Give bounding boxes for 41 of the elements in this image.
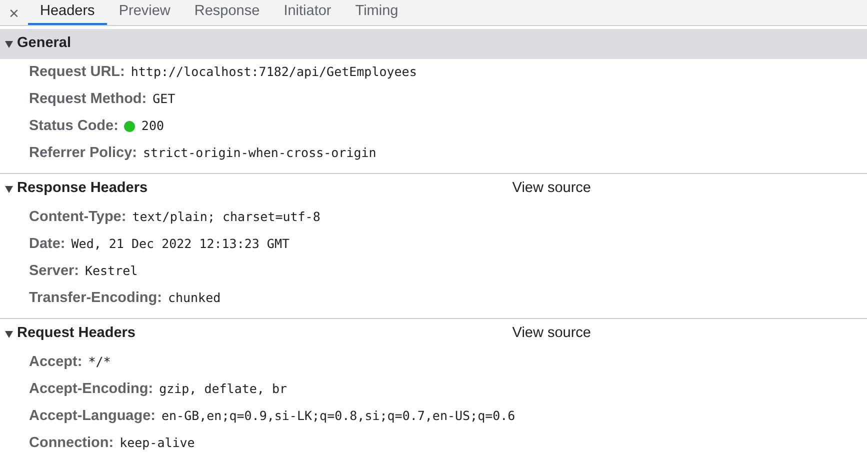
view-source-link[interactable]: View source [512, 323, 591, 345]
triangle-icon [5, 40, 13, 48]
section-title: Response Headers [17, 179, 149, 198]
header-name: Request Method: [29, 90, 147, 109]
tab[interactable]: Headers [28, 0, 107, 25]
header-name: Server: [29, 262, 79, 281]
close-button[interactable]: × [0, 1, 28, 25]
header-name: Connection: [29, 434, 114, 453]
header-name: Date: [29, 234, 66, 254]
header-value: text/plain; charset=utf-8 [132, 208, 320, 226]
tab[interactable]: Response [182, 0, 272, 25]
header-value: Wed, 21 Dec 2022 12:13:23 GMT [71, 235, 290, 254]
section-title: General [17, 34, 72, 54]
header-name: Accept-Encoding: [29, 380, 154, 399]
header-name: Transfer-Encoding: [29, 288, 162, 308]
header-value: gzip, deflate, br [159, 380, 287, 398]
view-source-link[interactable]: View source [512, 178, 591, 200]
tab[interactable]: Timing [343, 0, 410, 25]
header-value: http://localhost:7182/api/GetEmployees [130, 63, 417, 82]
header-name: Status Code: [29, 116, 118, 136]
section-header[interactable]: Request Headers View source [0, 319, 867, 349]
tab[interactable]: Initiator [272, 0, 344, 25]
header-value: keep-alive [120, 434, 195, 452]
header-name: Accept: [29, 352, 82, 372]
header-value: strict-origin-when-cross-origin [143, 144, 376, 162]
header-value: en-GB,en;q=0.9,si-LK;q=0.8,si;q=0.7,en-US;q=0.6 [162, 407, 516, 426]
tab[interactable]: Preview [106, 0, 182, 25]
section-title: Request Headers [17, 324, 136, 344]
section-header[interactable]: General [0, 29, 867, 59]
triangle-icon [5, 330, 13, 338]
header-value: chunked [168, 289, 221, 308]
header-name: Request URL: [29, 62, 125, 82]
section-header[interactable]: Response Headers View source [0, 174, 867, 204]
header-value: GET [152, 90, 176, 108]
triangle-icon [5, 186, 13, 192]
header-value: */* [88, 353, 111, 372]
header-name: Accept-Language: [29, 406, 156, 426]
header-name: Content-Type: [29, 208, 126, 227]
header-name: Referrer Policy: [29, 144, 137, 163]
header-value: 200 [141, 117, 164, 136]
header-value: Kestrel [84, 262, 138, 280]
